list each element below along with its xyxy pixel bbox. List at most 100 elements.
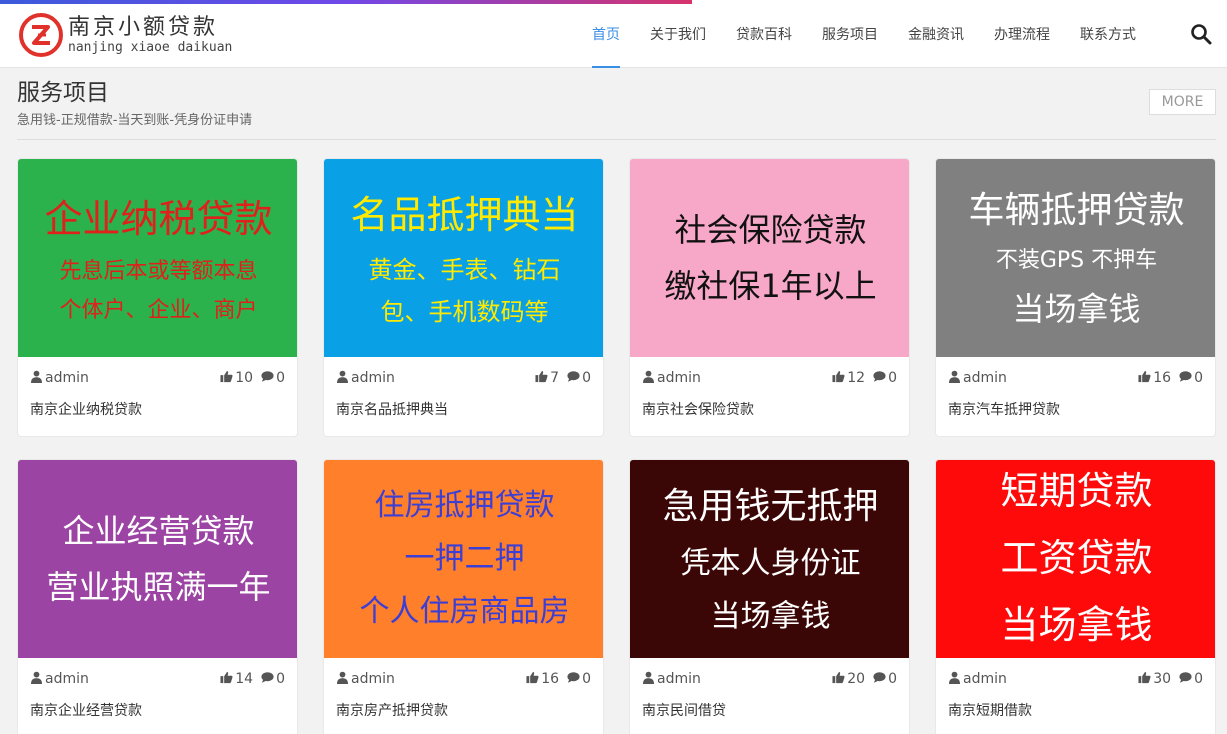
card-author[interactable]: admin <box>45 671 89 687</box>
nav-item-contact[interactable]: 联系方式 <box>1065 0 1151 68</box>
thumbnail-text: 急用钱无抵押 <box>662 485 879 527</box>
card-title[interactable]: 南京民间借贷 <box>630 700 909 722</box>
thumbs-up-icon[interactable] <box>526 671 541 688</box>
like-count: 10 <box>235 370 254 386</box>
nav-item-about[interactable]: 关于我们 <box>635 0 721 68</box>
card-author[interactable]: admin <box>963 370 1007 386</box>
service-card[interactable]: 企业纳税贷款 先息后本或等额本息 个体户、企业、商户 admin 10 0 南京企业纳税贷款 <box>17 158 298 437</box>
search-icon[interactable] <box>1190 23 1212 45</box>
service-card[interactable]: 企业经营贷款 营业执照满一年 admin 14 0 南京企业经营贷款 <box>17 459 298 734</box>
card-thumbnail[interactable]: 社会保险贷款 缴社保1年以上 <box>630 159 909 357</box>
service-card[interactable]: 社会保险贷款 缴社保1年以上 admin 12 0 南京社会保险贷款 <box>629 158 910 437</box>
thumbnail-text: 工资贷款 <box>1000 536 1153 581</box>
thumbs-up-icon[interactable] <box>535 370 550 387</box>
service-card[interactable]: 急用钱无抵押 凭本人身份证 当场拿钱 admin 20 0 南京民间借贷 <box>629 459 910 734</box>
card-author[interactable]: admin <box>45 370 89 386</box>
comment-icon[interactable] <box>567 370 582 387</box>
thumbs-up-icon[interactable] <box>1138 671 1153 688</box>
logo-icon <box>19 13 63 57</box>
thumbnail-text: 住房抵押贷款 <box>374 488 555 524</box>
thumbs-up-icon[interactable] <box>832 671 847 688</box>
like-count: 30 <box>1153 671 1172 687</box>
thumbs-up-icon[interactable] <box>220 370 235 387</box>
thumbnail-text: 不装GPS 不押车 <box>995 248 1158 274</box>
thumbnail-text: 先息后本或等额本息 <box>59 258 258 284</box>
thumbnail-text: 企业经营贷款 <box>62 511 255 550</box>
user-icon <box>642 671 657 688</box>
card-title[interactable]: 南京短期借款 <box>936 700 1215 722</box>
comment-icon[interactable] <box>873 370 888 387</box>
card-title[interactable]: 南京社会保险贷款 <box>630 399 909 421</box>
card-title[interactable]: 南京企业纳税贷款 <box>18 399 297 421</box>
card-thumbnail[interactable]: 急用钱无抵押 凭本人身份证 当场拿钱 <box>630 460 909 658</box>
comment-icon[interactable] <box>261 370 276 387</box>
thumbnail-text: 营业执照满一年 <box>46 567 271 606</box>
like-count: 16 <box>541 671 560 687</box>
like-count: 12 <box>847 370 866 386</box>
nav-item-news[interactable]: 金融资讯 <box>893 0 979 68</box>
card-thumbnail[interactable]: 企业经营贷款 营业执照满一年 <box>18 460 297 658</box>
thumbnail-text: 个体户、企业、商户 <box>59 297 258 323</box>
comment-count: 0 <box>582 370 591 386</box>
card-author[interactable]: admin <box>657 370 701 386</box>
card-thumbnail[interactable]: 名品抵押典当 黄金、手表、钻石 包、手机数码等 <box>324 159 603 357</box>
nav-item-encyclopedia[interactable]: 贷款百科 <box>721 0 807 68</box>
comment-icon[interactable] <box>261 671 276 688</box>
thumbs-up-icon[interactable] <box>220 671 235 688</box>
service-card[interactable]: 住房抵押贷款 一押二押 个人住房商品房 admin 16 0 南京房产抵押贷款 <box>323 459 604 734</box>
thumbnail-text: 一押二押 <box>404 541 525 576</box>
comment-icon[interactable] <box>873 671 888 688</box>
card-title[interactable]: 南京房产抵押贷款 <box>324 700 603 722</box>
more-button[interactable]: MORE <box>1149 89 1216 115</box>
like-count: 14 <box>235 671 254 687</box>
comment-icon[interactable] <box>1179 370 1194 387</box>
comment-icon[interactable] <box>567 671 582 688</box>
thumbnail-text: 名品抵押典当 <box>350 192 579 237</box>
service-card[interactable]: 短期贷款 工资贷款 当场拿钱 admin 30 0 南京短期借款 <box>935 459 1216 734</box>
card-meta: admin 16 0 <box>324 658 603 700</box>
thumbnail-text: 当场拿钱 <box>1000 603 1153 648</box>
thumbnail-text: 凭本人身份证 <box>680 546 861 582</box>
nav-item-process[interactable]: 办理流程 <box>979 0 1065 68</box>
user-icon <box>336 671 351 688</box>
thumbs-up-icon[interactable] <box>1138 370 1153 387</box>
comment-count: 0 <box>582 671 591 687</box>
service-card[interactable]: 车辆抵押贷款 不装GPS 不押车 当场拿钱 admin 16 0 南京汽车抵押贷款 <box>935 158 1216 437</box>
card-title[interactable]: 南京名品抵押典当 <box>324 399 603 421</box>
comment-icon[interactable] <box>1179 671 1194 688</box>
user-icon <box>30 671 45 688</box>
card-thumbnail[interactable]: 企业纳税贷款先息后本或等额本息 个体户、企业、商户 <box>18 159 297 357</box>
card-author[interactable]: admin <box>657 671 701 687</box>
card-author[interactable]: admin <box>963 671 1007 687</box>
card-meta: admin 7 0 <box>324 357 603 399</box>
thumbnail-text: 企业纳税贷款 <box>44 196 273 241</box>
card-thumbnail[interactable]: 住房抵押贷款 一押二押 个人住房商品房 <box>324 460 603 658</box>
user-icon <box>336 370 351 387</box>
like-count: 7 <box>550 370 560 386</box>
comment-count: 0 <box>276 671 285 687</box>
card-thumbnail[interactable]: 短期贷款 工资贷款 当场拿钱 <box>936 460 1215 658</box>
card-title[interactable]: 南京企业经营贷款 <box>18 700 297 722</box>
card-meta: admin 20 0 <box>630 658 909 700</box>
site-logo[interactable]: 南京小额贷款 nanjing xiaoe daikuan <box>18 12 232 58</box>
nav-item-home[interactable]: 首页 <box>577 0 635 68</box>
card-author[interactable]: admin <box>351 671 395 687</box>
like-count: 20 <box>847 671 866 687</box>
card-meta: admin 30 0 <box>936 658 1215 700</box>
service-grid: 企业纳税贷款先息后本或等额本息 个体户、企业、商户 admin 10 0 南京企业纳税贷款… <box>17 158 1217 734</box>
user-icon <box>642 370 657 387</box>
user-icon <box>30 370 45 387</box>
card-title[interactable]: 南京汽车抵押贷款 <box>936 399 1215 421</box>
comment-count: 0 <box>888 671 897 687</box>
thumbnail-text: 包、手机数码等 <box>380 298 549 327</box>
comment-count: 0 <box>1194 671 1203 687</box>
thumbnail-text: 当场拿钱 <box>1012 289 1141 328</box>
site-header: 南京小额贷款 nanjing xiaoe daikuan 首页 关于我们 贷款百科服… <box>0 0 1227 68</box>
like-count: 16 <box>1153 370 1172 386</box>
nav-item-services[interactable]: 服务项目 <box>807 0 893 68</box>
card-meta: admin 12 0 <box>630 357 909 399</box>
card-thumbnail[interactable]: 车辆抵押贷款 不装GPS 不押车 当场拿钱 <box>936 159 1215 357</box>
thumbs-up-icon[interactable] <box>832 370 847 387</box>
service-card[interactable]: 名品抵押典当 黄金、手表、钻石 包、手机数码等 admin 7 0 南京名品抵押典当 <box>323 158 604 437</box>
card-author[interactable]: admin <box>351 370 395 386</box>
